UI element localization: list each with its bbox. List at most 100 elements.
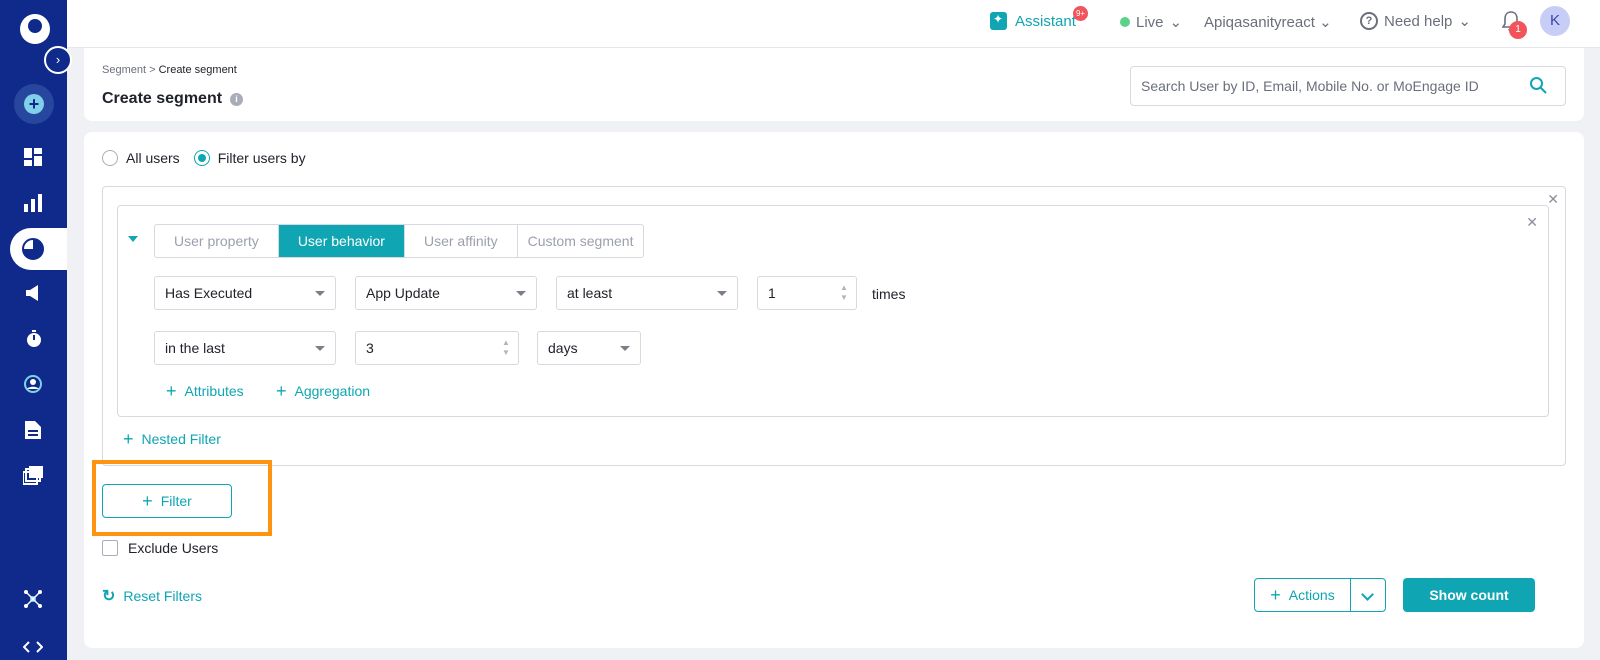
- tab-custom-segment[interactable]: Custom segment: [518, 225, 644, 257]
- aggregation-label: Aggregation: [294, 383, 371, 399]
- reset-filters-label: Reset Filters: [123, 588, 202, 604]
- count-input[interactable]: 1 ▲ ▼: [757, 276, 857, 310]
- all-users-label: All users: [126, 150, 180, 166]
- chevron-down-icon: [717, 291, 727, 296]
- live-status-dot: [1120, 17, 1130, 27]
- chevron-down-icon: [315, 291, 325, 296]
- plus-icon: +: [166, 381, 177, 401]
- tab-user-behavior[interactable]: User behavior: [278, 225, 405, 257]
- developer-code-icon[interactable]: [22, 636, 44, 658]
- filter-users-label: Filter users by: [217, 150, 306, 166]
- add-attributes-link[interactable]: + Attributes: [166, 381, 244, 401]
- account-selector[interactable]: Apiqasanityreact ⌄: [1204, 13, 1332, 31]
- all-users-radio[interactable]: All users: [102, 150, 180, 166]
- page-title-text: Create segment: [102, 90, 223, 107]
- chevron-down-icon: ⌄: [1169, 14, 1183, 31]
- help-label: Need help: [1384, 12, 1453, 30]
- stepper-arrows-icon[interactable]: ▲ ▼: [502, 338, 510, 358]
- user-search-box[interactable]: [1130, 66, 1566, 106]
- assistant-button[interactable]: Assistant: [990, 12, 1076, 30]
- chevron-down-icon: [315, 346, 325, 351]
- user-target-icon[interactable]: [22, 373, 44, 395]
- exclude-users-checkbox[interactable]: Exclude Users: [102, 540, 218, 556]
- condition-value: Has Executed: [165, 285, 253, 301]
- add-filter-label: Filter: [160, 493, 192, 509]
- info-icon[interactable]: i: [230, 92, 244, 106]
- breadcrumb-current: Create segment: [158, 64, 237, 76]
- chevron-down-icon: ⌄: [1458, 13, 1471, 30]
- tab-user-affinity[interactable]: User affinity: [405, 225, 518, 257]
- assistant-badge: 9+: [1073, 6, 1088, 21]
- duration-unit-select[interactable]: days: [537, 331, 641, 365]
- checkbox-unchecked[interactable]: [102, 540, 118, 556]
- attributes-label: Attributes: [184, 383, 244, 399]
- filter-group: ✕ ✕ User property User behavior User aff…: [102, 186, 1566, 466]
- event-select[interactable]: App Update: [355, 276, 537, 310]
- radio-unselected[interactable]: [102, 150, 118, 166]
- page-header: Segment > Create segment Create segment …: [84, 48, 1584, 121]
- condition-select[interactable]: Has Executed: [154, 276, 336, 310]
- breadcrumb-root-link[interactable]: Segment: [102, 64, 146, 76]
- chevron-down-icon: ⌄: [1319, 14, 1332, 31]
- expand-sidebar-icon[interactable]: ›: [44, 46, 72, 74]
- close-filter-icon[interactable]: ✕: [1526, 214, 1538, 231]
- document-icon[interactable]: [22, 419, 44, 441]
- environment-selector[interactable]: Live ⌄: [1120, 13, 1182, 31]
- account-label: Apiqasanityreact: [1204, 14, 1315, 31]
- create-new-button[interactable]: +: [14, 84, 54, 124]
- radio-selected[interactable]: [193, 150, 210, 166]
- stepper-arrows-icon[interactable]: ▲ ▼: [840, 283, 848, 303]
- actions-button[interactable]: + Actions: [1255, 579, 1351, 611]
- assistant-icon: [990, 12, 1007, 30]
- duration-value: 3: [366, 340, 374, 356]
- filter-condition: ✕ User property User behavior User affin…: [117, 205, 1549, 417]
- duration-input[interactable]: 3 ▲ ▼: [355, 331, 519, 365]
- timer-icon[interactable]: [22, 328, 44, 350]
- duration-unit-value: days: [548, 340, 578, 356]
- time-window-value: in the last: [165, 340, 225, 356]
- plus-icon: +: [276, 381, 287, 401]
- count-unit-label: times: [872, 286, 906, 302]
- refresh-icon: ↻: [102, 588, 116, 605]
- actions-split-button: + Actions: [1254, 578, 1386, 612]
- assistant-label: Assistant: [1015, 12, 1076, 30]
- event-value: App Update: [366, 285, 440, 301]
- exclude-users-label: Exclude Users: [128, 540, 219, 556]
- dashboard-icon[interactable]: [22, 146, 44, 168]
- breadcrumb: Segment > Create segment: [102, 64, 237, 76]
- chevron-down-icon: [620, 346, 630, 351]
- campaign-megaphone-icon[interactable]: [22, 282, 44, 304]
- time-window-select[interactable]: in the last: [154, 331, 336, 365]
- add-filter-button[interactable]: + Filter: [102, 484, 232, 518]
- search-icon[interactable]: [1529, 76, 1547, 94]
- add-aggregation-link[interactable]: + Aggregation: [276, 381, 371, 401]
- segment-pie-icon: [22, 238, 44, 260]
- actions-label: Actions: [1288, 587, 1335, 603]
- sidebar-item-segment[interactable]: [10, 228, 67, 270]
- filter-type-tabs: User property User behavior User affinit…: [154, 224, 645, 258]
- plus-icon: +: [1270, 585, 1281, 605]
- reset-filters-link[interactable]: ↻ Reset Filters: [102, 586, 202, 606]
- help-question-icon: ?: [1360, 12, 1378, 30]
- plus-icon: +: [123, 429, 134, 449]
- actions-dropdown-chevron-icon[interactable]: [1351, 579, 1385, 611]
- integrations-icon[interactable]: [22, 588, 44, 610]
- content-library-icon[interactable]: [22, 465, 44, 487]
- notification-count-badge: 1: [1509, 21, 1527, 39]
- user-search-input[interactable]: [1141, 75, 1521, 97]
- audience-radio-group: All users Filter users by: [102, 150, 306, 166]
- filter-users-radio[interactable]: Filter users by: [193, 150, 306, 166]
- sidebar: › +: [0, 0, 72, 660]
- frequency-select[interactable]: at least: [556, 276, 738, 310]
- close-filter-group-icon[interactable]: ✕: [1547, 191, 1559, 208]
- add-nested-filter-link[interactable]: + Nested Filter: [123, 429, 221, 449]
- show-count-button[interactable]: Show count: [1403, 578, 1535, 612]
- user-avatar[interactable]: K: [1540, 6, 1570, 36]
- help-menu[interactable]: ? Need help ⌄: [1360, 12, 1471, 30]
- plus-icon: +: [142, 491, 153, 511]
- analytics-icon[interactable]: [22, 192, 44, 214]
- tab-user-property[interactable]: User property: [155, 225, 279, 257]
- segment-builder-card: All users Filter users by ✕ ✕ User prope…: [84, 132, 1584, 648]
- app-logo[interactable]: [20, 14, 50, 44]
- collapse-caret-icon[interactable]: [128, 236, 138, 242]
